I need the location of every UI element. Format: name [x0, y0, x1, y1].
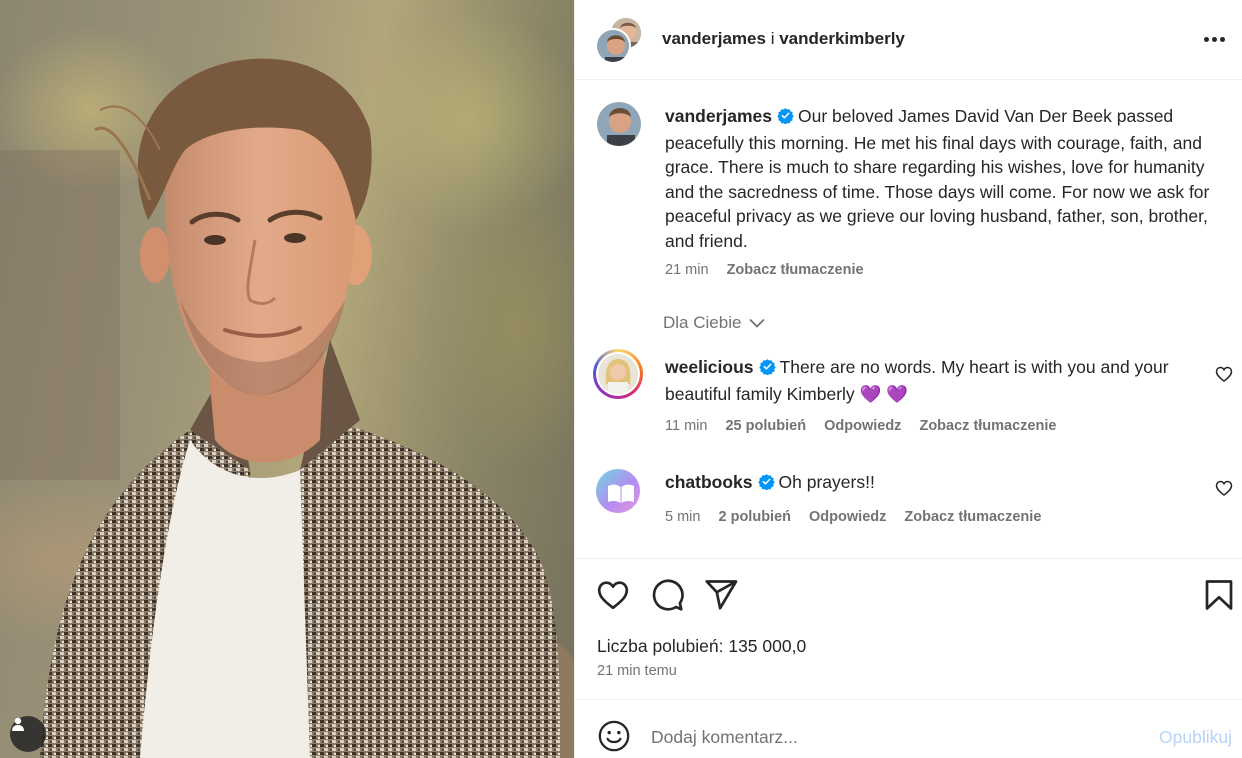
comment-like-heart-icon[interactable] [1214, 364, 1234, 384]
comment-time[interactable]: 5 min [665, 509, 700, 525]
author-conjunction: i [770, 29, 775, 48]
comments-sort-label: Dla Ciebie [663, 313, 742, 332]
add-comment-input[interactable] [651, 722, 1131, 752]
comment-bubble-icon[interactable] [649, 577, 685, 613]
post-header: vanderjames i vanderkimberly [575, 0, 1242, 80]
collab-avatars[interactable] [595, 16, 643, 64]
caption-time[interactable]: 21 min [665, 262, 709, 278]
comment-translate-button[interactable]: Zobacz tłumaczenie [919, 418, 1056, 434]
like-heart-icon[interactable] [595, 577, 631, 613]
comment-username[interactable]: weelicious [665, 357, 754, 377]
caption-avatar[interactable] [597, 102, 641, 146]
comment-likes-link[interactable]: 2 polubień [719, 509, 792, 525]
comment-body: chatbooks Oh prayers!! [665, 470, 1185, 497]
tagged-users-button[interactable] [10, 716, 46, 752]
avatar-primary [595, 28, 631, 64]
comment-avatar-chatbooks[interactable] [593, 466, 643, 516]
share-send-icon[interactable] [703, 577, 739, 613]
username-secondary-link[interactable]: vanderkimberly [779, 29, 905, 48]
comment-translate-button[interactable]: Zobacz tłumaczenie [904, 509, 1041, 525]
post-photo[interactable] [0, 0, 574, 758]
comment-like-heart-icon[interactable] [1214, 478, 1234, 498]
username-primary-link[interactable]: vanderjames [662, 29, 766, 48]
more-options-button[interactable] [1199, 26, 1229, 52]
comment-reply-button[interactable]: Odpowiedz [809, 509, 886, 525]
caption-username[interactable]: vanderjames [665, 106, 772, 126]
person-icon [12, 717, 24, 731]
more-horizontal-icon [1203, 36, 1225, 42]
caption-meta: 21 min Zobacz tłumaczenie [665, 262, 878, 278]
comment-body: weelicious There are no words. My heart i… [665, 355, 1185, 407]
comment-meta: 5 min 2 polubień Odpowiedz Zobacz tłumac… [665, 509, 1055, 525]
caption-translate-button[interactable]: Zobacz tłumaczenie [727, 262, 864, 278]
comment-avatar-weelicious[interactable] [593, 349, 643, 399]
verified-badge-icon [758, 357, 776, 382]
comment-likes-link[interactable]: 25 polubień [725, 418, 806, 434]
actions-divider [575, 558, 1242, 559]
comment-input-divider [575, 699, 1242, 700]
comment-reply-button[interactable]: Odpowiedz [824, 418, 901, 434]
post-side-panel: vanderjames i vanderkimberly vanderjames… [574, 0, 1242, 758]
comment-meta: 11 min 25 polubień Odpowiedz Zobacz tłum… [665, 418, 1070, 434]
caption-text: Our beloved James David Van Der Beek pas… [665, 106, 1210, 251]
comment-text: Oh prayers!! [778, 472, 875, 492]
verified-badge-icon [777, 106, 794, 131]
comment-time[interactable]: 11 min [665, 418, 707, 434]
emoji-smiley-icon[interactable] [597, 719, 631, 753]
verified-badge-icon [757, 472, 775, 497]
post-author-names: vanderjames i vanderkimberly [662, 29, 905, 49]
comment-username[interactable]: chatbooks [665, 472, 753, 492]
publish-comment-button[interactable]: Opublikuj [1159, 727, 1232, 748]
portrait-illustration [0, 58, 574, 758]
post-caption: vanderjames Our beloved James David Van D… [665, 104, 1225, 254]
comments-sort-dropdown[interactable]: Dla Ciebie [663, 313, 766, 333]
likes-count[interactable]: Liczba polubień: 135 000,0 [597, 636, 806, 657]
chevron-down-icon [749, 318, 766, 328]
post-time-ago[interactable]: 21 min temu [597, 663, 677, 679]
bookmark-icon[interactable] [1201, 577, 1237, 613]
